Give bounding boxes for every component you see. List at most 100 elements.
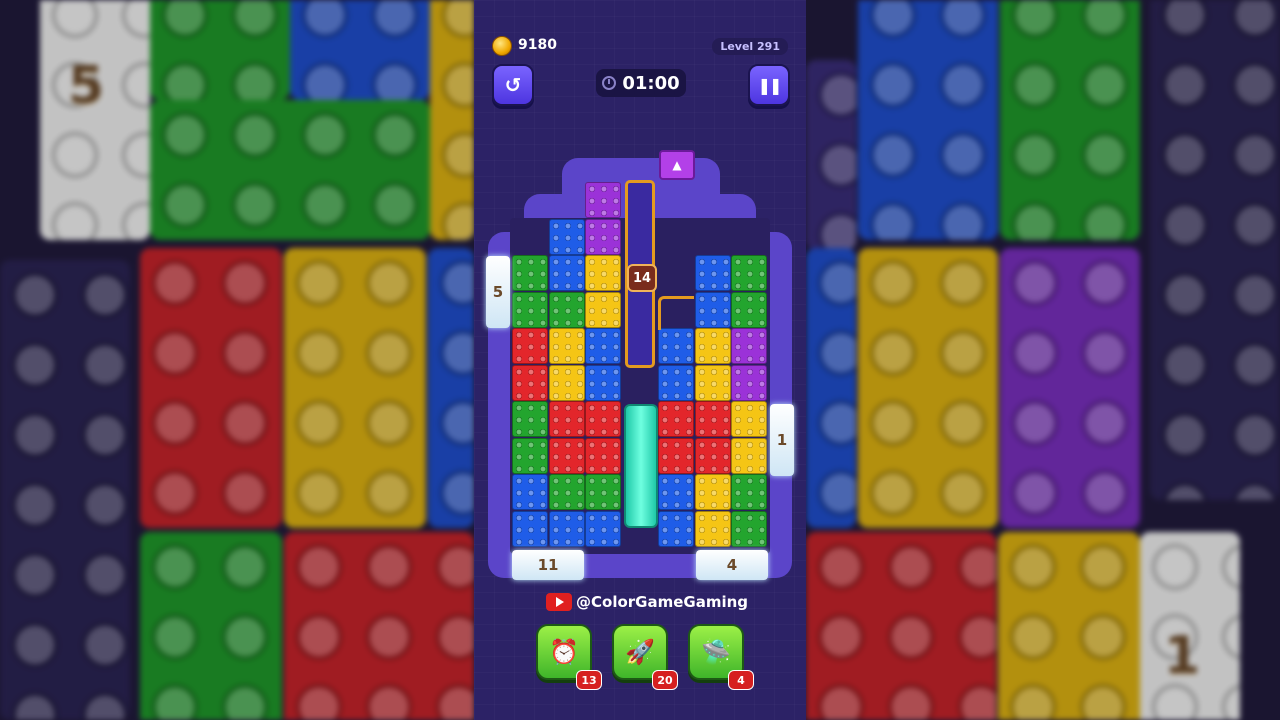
green-block[interactable] xyxy=(585,474,621,510)
coin-count: 9180 xyxy=(518,37,557,53)
cyan-slider-block[interactable] xyxy=(624,404,658,528)
blue-block[interactable] xyxy=(548,218,585,255)
ice-count: 5 xyxy=(492,283,504,301)
timer: 01:00 xyxy=(596,69,686,97)
coin-icon xyxy=(492,36,512,56)
blue-block[interactable] xyxy=(548,510,585,547)
bg-ice-count-left: 5 xyxy=(68,56,105,116)
up-arrow-icon: ▲ xyxy=(672,158,682,172)
bg-blue-brick xyxy=(858,0,998,240)
green-block[interactable] xyxy=(512,401,548,437)
green-block[interactable] xyxy=(731,474,767,510)
bg-blue-brick xyxy=(428,248,474,528)
pause-icon: ❚❚ xyxy=(757,75,783,95)
red-block[interactable] xyxy=(585,437,621,474)
blue-block[interactable] xyxy=(548,255,585,291)
bg-red-brick xyxy=(806,532,996,720)
yellow-block[interactable] xyxy=(548,328,585,364)
ice-block-right: 1 xyxy=(770,404,794,476)
gate-handle xyxy=(658,296,694,330)
bg-blue-brick xyxy=(290,0,430,100)
timer-text: 01:00 xyxy=(622,72,680,94)
yellow-block[interactable] xyxy=(694,474,731,510)
purple-block[interactable] xyxy=(731,364,767,401)
blue-block[interactable] xyxy=(658,474,694,510)
rocket-icon: 🚀 xyxy=(625,638,655,666)
green-block[interactable] xyxy=(512,255,548,291)
bg-frame-dark xyxy=(1150,0,1280,500)
yellow-block[interactable] xyxy=(731,437,767,474)
ice-block-left: 5 xyxy=(486,256,510,328)
blue-block[interactable] xyxy=(512,510,548,547)
undo-button[interactable]: ↺ xyxy=(492,64,534,106)
blue-block[interactable] xyxy=(512,474,548,510)
undo-arrow-icon: ↺ xyxy=(504,73,522,97)
ice-block-bottom-right: 4 xyxy=(696,550,768,580)
channel-watermark: @ColorGameGaming xyxy=(546,593,748,611)
youtube-icon xyxy=(546,593,572,611)
bg-yellow-brick xyxy=(858,248,998,528)
bg-blue-brick xyxy=(806,248,856,528)
bg-yellow-brick xyxy=(998,532,1140,720)
clock-icon xyxy=(602,76,617,90)
green-block[interactable] xyxy=(548,474,585,510)
blue-block[interactable] xyxy=(585,364,621,401)
bg-green-brick xyxy=(150,100,430,240)
blue-block[interactable] xyxy=(694,255,731,291)
red-block[interactable] xyxy=(585,401,621,437)
red-block[interactable] xyxy=(658,401,694,437)
purple-block[interactable] xyxy=(731,328,767,364)
purple-block[interactable] xyxy=(585,182,621,218)
red-block[interactable] xyxy=(658,437,694,474)
blue-block[interactable] xyxy=(585,328,621,364)
green-block[interactable] xyxy=(512,291,548,328)
green-block[interactable] xyxy=(731,291,767,328)
bg-green-brick xyxy=(150,0,290,100)
pause-button[interactable]: ❚❚ xyxy=(748,64,790,106)
booster-count: 13 xyxy=(576,670,602,690)
bg-yellow-brick xyxy=(284,248,426,528)
yellow-block[interactable] xyxy=(548,364,585,401)
booster-count: 4 xyxy=(728,670,754,690)
blue-block[interactable] xyxy=(585,510,621,547)
red-block[interactable] xyxy=(512,328,548,364)
bg-green-brick xyxy=(1000,0,1140,240)
red-block[interactable] xyxy=(694,437,731,474)
bg-yellow-brick xyxy=(430,0,474,240)
blue-block[interactable] xyxy=(658,510,694,547)
yellow-block[interactable] xyxy=(694,328,731,364)
gate-counter: 14 xyxy=(627,264,657,292)
alarm-clock-icon: ⏰ xyxy=(549,638,579,666)
green-block[interactable] xyxy=(512,437,548,474)
blue-block[interactable] xyxy=(694,291,731,328)
ice-count: 11 xyxy=(537,556,559,574)
yellow-block[interactable] xyxy=(694,510,731,547)
green-block[interactable] xyxy=(548,291,585,328)
red-block[interactable] xyxy=(548,437,585,474)
yellow-block[interactable] xyxy=(731,401,767,437)
ice-block-bottom-left: 11 xyxy=(512,550,584,580)
exit-gate: ▲ xyxy=(659,150,695,180)
blue-block[interactable] xyxy=(658,364,694,401)
channel-name: @ColorGameGaming xyxy=(576,593,749,611)
bg-purple-brick xyxy=(1000,248,1140,528)
green-block[interactable] xyxy=(731,510,767,547)
bg-ice-block xyxy=(40,0,150,240)
purple-block[interactable] xyxy=(585,218,621,255)
blue-block[interactable] xyxy=(658,328,694,364)
yellow-block[interactable] xyxy=(585,291,621,328)
bg-ice-count-right: 1 xyxy=(1164,626,1201,686)
green-block[interactable] xyxy=(731,255,767,291)
red-block[interactable] xyxy=(694,401,731,437)
bg-green-brick xyxy=(140,532,282,720)
yellow-block[interactable] xyxy=(585,255,621,291)
red-block[interactable] xyxy=(548,401,585,437)
bg-red-brick xyxy=(284,532,474,720)
game-screen: 9180 Level 291 ↺ 01:00 ❚❚ ▲ 14 5 1 11 4 xyxy=(474,0,806,720)
red-block[interactable] xyxy=(512,364,548,401)
ice-count: 4 xyxy=(726,556,738,574)
ice-count: 1 xyxy=(776,431,788,449)
yellow-block[interactable] xyxy=(694,364,731,401)
level-label: Level 291 xyxy=(712,38,788,55)
bg-red-brick xyxy=(140,248,282,528)
